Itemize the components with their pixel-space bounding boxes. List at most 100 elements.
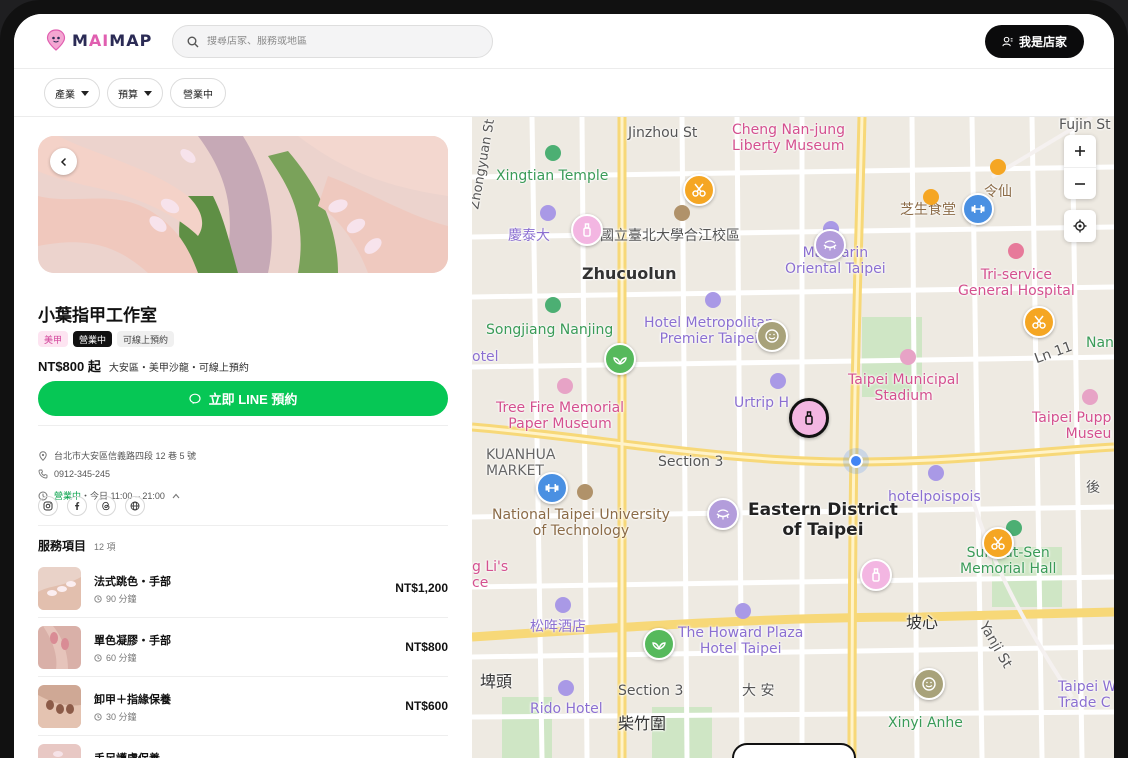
services-heading: 服務項目 12 項 [38,537,116,554]
tag-booking: 可線上預約 [117,331,175,347]
address-text: 台北市大安區信義路四段 12 巷 5 號 [54,451,197,461]
line-chat-icon [188,393,201,404]
map-marker-lash[interactable] [707,498,739,530]
filter-label: 營業中 [183,89,213,101]
line-booking-button[interactable]: 立即 LINE 預約 [38,381,448,416]
website-link[interactable] [125,496,145,516]
map-marker-salon[interactable] [1023,306,1055,338]
map-label: 柴竹圍 [618,714,667,733]
map-label: Fujin St [1059,117,1111,133]
restaurant-icon[interactable] [923,189,939,205]
chevron-up-icon[interactable] [171,492,181,500]
search-input[interactable] [207,36,467,47]
filter-open-now[interactable]: 營業中 [170,78,226,108]
store-hero-image [38,136,448,273]
map-marker-salon[interactable] [982,527,1014,559]
locate-control [1064,210,1096,242]
service-item[interactable]: 單色凝膠・手部 60 分鐘 NT$800 [38,619,448,677]
service-duration: 30 分鐘 [94,710,137,723]
map-label: 後 [1086,480,1100,496]
filter-budget[interactable]: 預算 [107,78,163,108]
logo[interactable]: MAIMAP [46,29,152,51]
map-label: The Howard Plaza Hotel Taipei [678,625,804,658]
services-title: 服務項目 [38,539,87,553]
hotel-icon[interactable] [540,205,556,221]
hotel-icon[interactable] [735,603,751,619]
school-icon[interactable] [674,205,690,221]
service-item[interactable]: 手足護膚保養 [38,737,448,758]
map-marker-nail[interactable] [860,559,892,591]
hotel-icon[interactable] [705,292,721,308]
service-duration-text: 90 分鐘 [106,594,137,604]
restaurant-icon[interactable] [990,159,1006,175]
store-name: 小葉指甲工作室 [38,306,157,325]
scissors-icon [991,536,1005,550]
metro-station-icon[interactable] [545,145,561,161]
address-row[interactable]: 台北市大安區信義路四段 12 巷 5 號 [38,449,196,462]
map-label: Songjiang Nanjing [486,322,614,338]
crosshair-icon [1073,219,1087,233]
stadium-icon[interactable] [900,349,916,365]
facebook-link[interactable] [67,496,87,516]
store-tags: 美甲 營業中 可線上預約 [38,331,175,347]
owner-button-label: 我是店家 [1018,35,1067,49]
map-label: Zhucuolun [582,264,677,283]
map-marker-nail[interactable] [571,214,603,246]
service-item[interactable]: 法式跳色・手部 90 分鐘 NT$1,200 [38,560,448,618]
metro-station-icon[interactable] [545,297,561,313]
map-label: 埤頭 [480,672,513,691]
price-row: NT$800 起 大安區・美甲沙龍・可線上預約 [38,356,249,375]
threads-link[interactable] [96,496,116,516]
filter-industry[interactable]: 產業 [44,78,100,108]
service-price: NT$1,200 [395,581,448,595]
search-icon [187,36,199,47]
zoom-in-button[interactable] [1064,135,1096,167]
hotel-icon[interactable] [770,373,786,389]
facebook-icon [75,502,80,510]
map-marker-gym[interactable] [536,472,568,504]
map-marker-selected-store[interactable] [789,398,829,438]
service-thumbnail [38,626,81,669]
map-label: 坡心 [906,613,939,632]
owner-button[interactable]: 我是店家 [985,25,1084,58]
locate-me-button[interactable] [1064,210,1096,242]
hotel-icon[interactable] [558,680,574,696]
instagram-icon [43,501,53,511]
zoom-controls [1064,135,1096,199]
threads-icon [102,501,110,511]
nail-polish-icon [583,223,591,237]
map-marker-spa[interactable] [604,343,636,375]
zoom-out-button[interactable] [1064,167,1096,199]
map-marker-facial[interactable] [913,668,945,700]
search-area-button[interactable] [732,743,856,758]
hospital-icon[interactable] [1008,243,1024,259]
search-bar[interactable] [172,25,493,58]
school-icon[interactable] [577,484,593,500]
service-duration-text: 60 分鐘 [106,653,137,663]
service-item[interactable]: 卸甲＋指緣保養 30 分鐘 NT$600 [38,678,448,736]
map-view[interactable]: Jinzhou St Cheng Nan-jung Liberty Museum… [472,117,1114,758]
lotus-icon [613,357,627,365]
hotel-icon[interactable] [555,597,571,613]
hotel-icon[interactable] [928,465,944,481]
service-price: NT$800 [405,640,448,654]
phone-row[interactable]: 0912-345-245 [38,469,110,479]
services-count: 12 項 [94,542,116,552]
map-marker-salon[interactable] [683,174,715,206]
minus-icon [1075,182,1085,185]
museum-icon[interactable] [1082,389,1098,405]
top-bar: MAIMAP 我是店家 [14,14,1114,69]
map-marker-spa[interactable] [643,628,675,660]
service-duration-text: 30 分鐘 [106,712,137,722]
instagram-link[interactable] [38,496,58,516]
service-duration: 90 分鐘 [94,592,137,605]
plus-icon [1075,146,1085,156]
map-marker-lash[interactable] [814,229,846,261]
clock-icon [94,712,102,721]
map-label: 大 安 [742,683,775,699]
map-marker-gym[interactable] [962,193,994,225]
back-button[interactable] [50,148,77,175]
museum-icon[interactable] [557,378,573,394]
map-marker-facial[interactable] [756,320,788,352]
service-name: 單色凝膠・手部 [94,635,171,647]
